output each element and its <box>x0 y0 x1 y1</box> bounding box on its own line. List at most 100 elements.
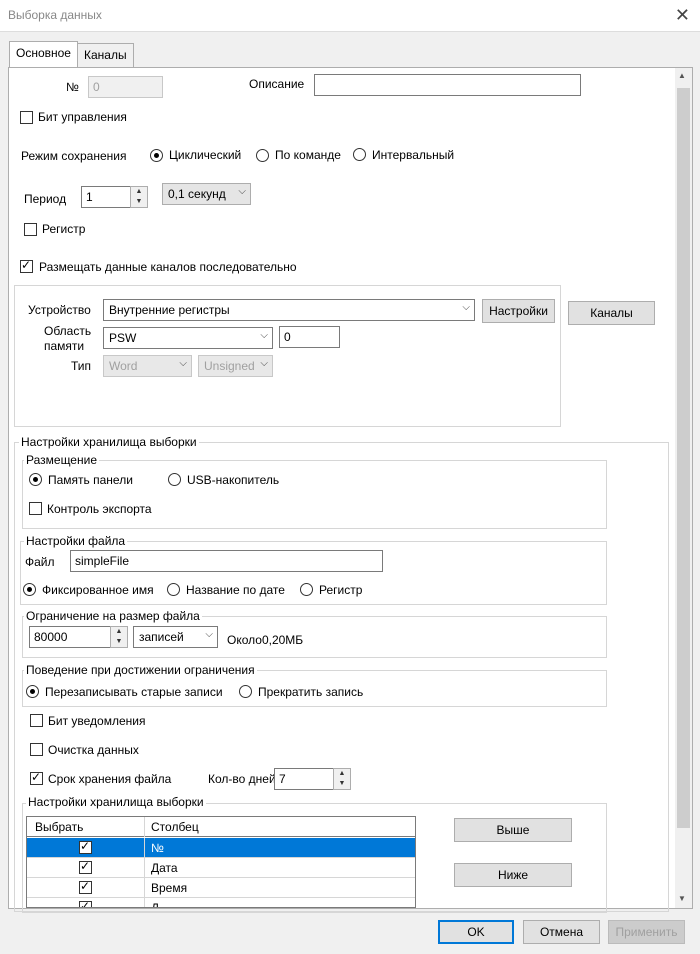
area-label-1: Область <box>44 324 92 338</box>
header-select: Выбрать <box>27 817 145 837</box>
row-label: Дата <box>151 861 178 875</box>
tab-channels[interactable]: Каналы <box>77 43 134 67</box>
device-select[interactable]: Внутренние регистры ⌵ <box>103 299 475 321</box>
chevron-down-icon: ⌵ <box>260 330 268 341</box>
header-column: Столбец <box>151 820 199 834</box>
tab-basic[interactable]: Основное <box>9 41 78 67</box>
radio-overwrite[interactable] <box>26 685 39 698</box>
period-stepper[interactable]: ▲ ▼ <box>130 186 148 208</box>
radio-usb-label: USB-накопитель <box>187 473 280 487</box>
row-checkbox[interactable] <box>79 899 92 907</box>
export-control-label: Контроль экспорта <box>47 502 152 516</box>
scrollbar-thumb[interactable] <box>677 88 690 828</box>
sign-value: Unsigned <box>204 359 255 373</box>
num-field[interactable]: 0 <box>88 76 163 98</box>
sign-select[interactable]: Unsigned ⌵ <box>198 355 273 377</box>
table-row[interactable]: Д <box>27 898 415 908</box>
retention-checkbox[interactable] <box>30 770 43 785</box>
notify-bit-checkbox[interactable] <box>30 714 43 727</box>
radio-date-name-label: Название по дате <box>186 583 285 597</box>
scroll-down-icon[interactable]: ▼ <box>678 894 686 903</box>
move-down-button[interactable]: Ниже <box>454 863 572 887</box>
placement-group <box>22 460 607 529</box>
desc-field[interactable] <box>314 74 581 96</box>
row-checkbox[interactable] <box>79 839 92 854</box>
behavior-title: Поведение при достижении ограничения <box>24 663 257 677</box>
radio-register-name-label: Регистр <box>319 583 363 597</box>
device-value: Внутренние регистры <box>109 303 230 317</box>
radio-panel-memory-label: Память панели <box>48 473 133 487</box>
export-control-checkbox[interactable] <box>29 502 42 515</box>
apply-button[interactable]: Применить <box>608 920 685 944</box>
limit-stepper[interactable]: ▲ ▼ <box>110 626 128 648</box>
columns-title: Настройки хранилища выборки <box>26 795 206 809</box>
type-label: Тип <box>71 359 92 373</box>
radio-usb[interactable] <box>168 473 181 486</box>
radio-register-name[interactable] <box>300 583 313 596</box>
file-settings-title: Настройки файла <box>24 534 128 548</box>
window-title: Выборка данных <box>8 8 102 22</box>
control-bit-label: Бит управления <box>38 110 127 124</box>
grid-header: Выбрать Столбец <box>27 817 415 837</box>
save-mode-label: Режим сохранения <box>21 149 127 163</box>
area-select[interactable]: PSW ⌵ <box>103 327 273 349</box>
chevron-down-icon: ⌵ <box>205 629 213 640</box>
area-offset-input[interactable]: 0 <box>279 326 340 348</box>
notify-bit-label: Бит уведомления <box>48 714 146 728</box>
desc-label: Описание <box>249 77 305 91</box>
register-checkbox[interactable] <box>24 223 37 236</box>
period-unit-select[interactable]: 0,1 секунд ⌵ <box>162 183 251 205</box>
num-label: № <box>66 80 79 94</box>
retention-label: Срок хранения файла <box>48 772 172 786</box>
cancel-button[interactable]: Отмена <box>523 920 600 944</box>
device-label: Устройство <box>28 303 91 317</box>
chevron-down-icon: ⌵ <box>462 302 470 313</box>
type-select[interactable]: Word ⌵ <box>103 355 192 377</box>
type-value: Word <box>109 359 138 373</box>
settings-button[interactable]: Настройки <box>482 299 555 323</box>
area-value: PSW <box>109 331 137 345</box>
radio-interval-label: Интервальный <box>372 148 455 162</box>
row-checkbox[interactable] <box>79 879 92 894</box>
radio-interval[interactable] <box>353 148 366 161</box>
radio-stop-label: Прекратить запись <box>258 685 364 699</box>
row-label: Время <box>151 881 188 895</box>
row-label: Д <box>151 901 160 908</box>
row-checkbox[interactable] <box>79 859 92 874</box>
days-stepper[interactable]: ▲ ▼ <box>333 768 351 790</box>
limit-unit-select[interactable]: записей ⌵ <box>133 626 218 648</box>
columns-grid[interactable]: Выбрать Столбец № Дата Время Д <box>26 816 416 908</box>
scroll-up-icon[interactable]: ▲ <box>678 71 686 80</box>
table-row[interactable]: Дата <box>27 858 415 878</box>
title-bar <box>0 0 700 32</box>
radio-panel-memory[interactable] <box>29 473 42 486</box>
channels-button[interactable]: Каналы <box>568 301 655 325</box>
limit-unit-value: записей <box>139 630 184 644</box>
radio-cyclic[interactable] <box>150 149 163 162</box>
radio-stop[interactable] <box>239 685 252 698</box>
clear-data-label: Очистка данных <box>48 743 139 757</box>
radio-by-command[interactable] <box>256 149 269 162</box>
limit-info: Около0,20МБ <box>227 633 304 647</box>
storage-title: Настройки хранилища выборки <box>19 435 199 449</box>
register-label: Регистр <box>42 222 86 236</box>
table-row[interactable]: Время <box>27 878 415 898</box>
radio-fixed-name[interactable] <box>23 583 36 596</box>
move-up-button[interactable]: Выше <box>454 818 572 842</box>
limit-title: Ограничение на размер файла <box>24 609 202 623</box>
days-label: Кол-во дней <box>208 772 276 786</box>
chevron-down-icon: ⌵ <box>260 358 268 369</box>
close-icon[interactable]: ✕ <box>675 5 690 26</box>
table-row[interactable]: № <box>27 838 415 858</box>
chevron-down-icon: ⌵ <box>179 358 187 369</box>
clear-data-checkbox[interactable] <box>30 743 43 756</box>
radio-cyclic-label: Циклический <box>169 148 242 162</box>
file-name-input[interactable]: simpleFile <box>70 550 383 572</box>
ok-button[interactable]: OK <box>438 920 514 944</box>
radio-date-name[interactable] <box>167 583 180 596</box>
control-bit-checkbox[interactable] <box>20 111 33 124</box>
sequential-checkbox[interactable] <box>20 258 33 273</box>
radio-by-command-label: По команде <box>275 148 341 162</box>
radio-fixed-name-label: Фиксированное имя <box>42 583 154 597</box>
sequential-label: Размещать данные каналов последовательно <box>39 260 297 274</box>
